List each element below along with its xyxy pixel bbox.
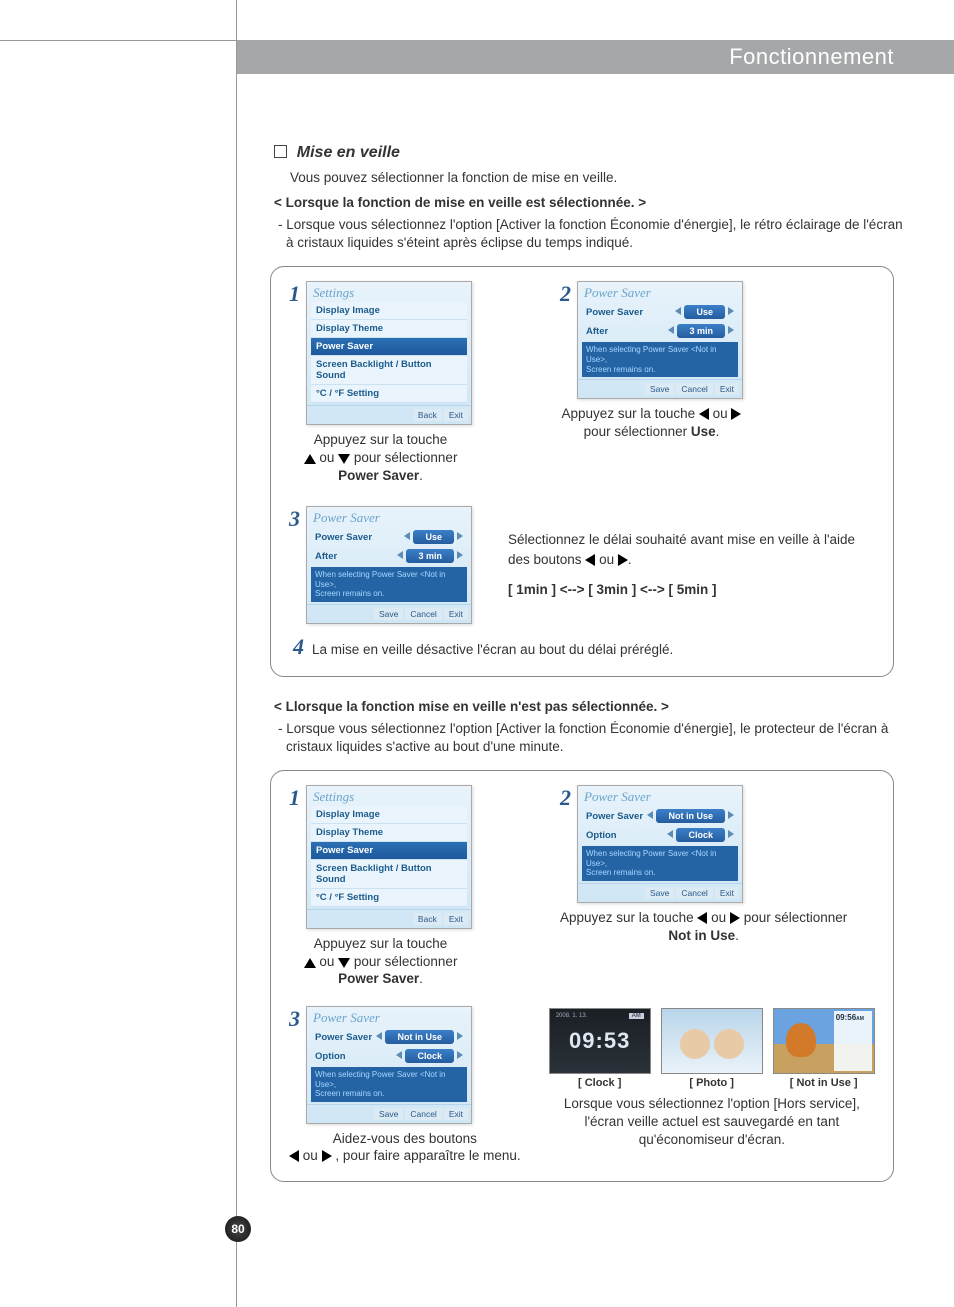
triangle-left-icon bbox=[697, 912, 707, 924]
thumb-not-in-use: 09:56AM bbox=[773, 1008, 875, 1074]
screenshot-settings: Settings Display Image Display Theme Pow… bbox=[306, 785, 472, 929]
menu-item: Display Image bbox=[311, 302, 467, 320]
triangle-up-icon bbox=[304, 958, 316, 968]
page-number: 80 bbox=[225, 1216, 251, 1242]
menu-item: °C / °F Setting bbox=[311, 889, 467, 907]
step1-caption: Appuyez sur la touche ou pour sélectionn… bbox=[289, 431, 472, 484]
step2b-caption: Appuyez sur la touche ou pour sélectionn… bbox=[560, 909, 847, 944]
section-heading: Mise en veille bbox=[274, 144, 904, 162]
triangle-down-icon bbox=[338, 958, 350, 968]
menu-item: °C / °F Setting bbox=[311, 385, 467, 403]
screenshot-powersaver-notinuse: Power Saver Power SaverNot in Use Option… bbox=[577, 785, 743, 903]
screensaver-description: Lorsque vous sélectionnez l'option [Hors… bbox=[549, 1095, 875, 1150]
menu-item: Display Theme bbox=[311, 320, 467, 338]
screenshot-settings: Settings Display Image Display Theme Pow… bbox=[306, 281, 472, 425]
thumb-photo bbox=[661, 1008, 763, 1074]
menu-item: Screen Backlight / Button Sound bbox=[311, 356, 467, 385]
menu-item: Display Image bbox=[311, 806, 467, 824]
triangle-right-icon bbox=[731, 408, 741, 420]
triangle-left-icon bbox=[699, 408, 709, 420]
screenshot-powersaver-after: Power Saver Power SaverUse After3 min Wh… bbox=[306, 506, 472, 624]
bullet-icon bbox=[274, 145, 287, 158]
thumb-clock: 2008. 1. 13. AM 09:53 bbox=[549, 1008, 651, 1074]
subheading-2: < Llorsque la fonction mise en veille n'… bbox=[274, 699, 904, 714]
screenshot-powersaver-option: Power Saver Power SaverNot in Use Option… bbox=[306, 1006, 472, 1124]
screensaver-thumbnails: 2008. 1. 13. AM 09:53 [ Clock ] [ Photo … bbox=[549, 1008, 875, 1089]
menu-item: Screen Backlight / Button Sound bbox=[311, 860, 467, 889]
step-number: 2 bbox=[560, 281, 571, 307]
procedure-panel-1: 1 Settings Display Image Display Theme P… bbox=[270, 266, 894, 676]
triangle-down-icon bbox=[338, 454, 350, 464]
triangle-up-icon bbox=[304, 454, 316, 464]
triangle-right-icon bbox=[322, 1150, 332, 1162]
triangle-left-icon bbox=[289, 1150, 299, 1162]
menu-item-selected: Power Saver bbox=[311, 842, 467, 860]
step-number: 1 bbox=[289, 281, 300, 307]
triangle-right-icon bbox=[730, 912, 740, 924]
step-number: 1 bbox=[289, 785, 300, 811]
note-1: - Lorsque vous sélectionnez l'option [Ac… bbox=[278, 216, 904, 252]
screenshot-powersaver-use: Power Saver Power SaverUse After3 min Wh… bbox=[577, 281, 743, 399]
step1b-caption: Appuyez sur la touche ou pour sélectionn… bbox=[289, 935, 472, 988]
triangle-right-icon bbox=[618, 554, 628, 566]
step-number: 3 bbox=[289, 1006, 300, 1032]
section-intro: Vous pouvez sélectionner la fonction de … bbox=[290, 170, 904, 185]
step-number: 3 bbox=[289, 506, 300, 532]
menu-item: Display Theme bbox=[311, 824, 467, 842]
step4-text: 4La mise en veille désactive l'écran au … bbox=[293, 634, 875, 660]
step3-text: Sélectionnez le délai souhaité avant mis… bbox=[500, 530, 875, 601]
header-title: Fonctionnement bbox=[729, 44, 894, 70]
menu-item-selected: Power Saver bbox=[311, 338, 467, 356]
step2-caption: Appuyez sur la touche ou pour sélectionn… bbox=[560, 405, 743, 440]
header-bar: Fonctionnement bbox=[236, 40, 954, 74]
step3b-caption: Aidez-vous des boutons ou , pour faire a… bbox=[289, 1130, 521, 1165]
step-number: 2 bbox=[560, 785, 571, 811]
note-2: - Lorsque vous sélectionnez l'option [Ac… bbox=[278, 720, 904, 756]
triangle-left-icon bbox=[585, 554, 595, 566]
procedure-panel-2: 1 Settings Display Image Display Theme P… bbox=[270, 770, 894, 1182]
section-title: Mise en veille bbox=[297, 144, 400, 161]
subheading-1: < Lorsque la fonction de mise en veille … bbox=[274, 195, 904, 210]
